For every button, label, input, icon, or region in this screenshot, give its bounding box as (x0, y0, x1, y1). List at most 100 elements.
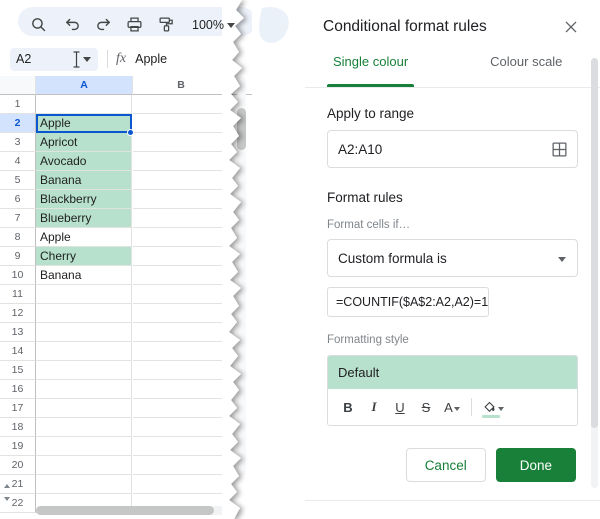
cell-A1[interactable] (36, 95, 132, 114)
cell-B7[interactable] (133, 209, 229, 228)
cell-A17[interactable] (36, 399, 132, 418)
cell-B3[interactable] (133, 133, 229, 152)
cell-B13[interactable] (133, 323, 229, 342)
cell-A19[interactable] (36, 437, 132, 456)
cell-B18[interactable] (133, 418, 229, 437)
cell-B9[interactable] (133, 247, 229, 266)
scrollbar-thumb[interactable] (237, 108, 246, 150)
cell-A16[interactable] (36, 380, 132, 399)
row-header-20[interactable]: 20 (0, 456, 36, 475)
cell-A5[interactable]: Banana (36, 171, 132, 190)
row-header-7[interactable]: 7 (0, 209, 36, 228)
cell-A12[interactable] (36, 304, 132, 323)
cell-A10[interactable]: Banana (36, 266, 132, 285)
cell-B12[interactable] (133, 304, 229, 323)
formula-bar-value[interactable]: Apple (135, 52, 167, 66)
zoom-level-dropdown[interactable]: 100% (186, 13, 237, 37)
selection-anchor-handle[interactable] (127, 129, 134, 136)
paint-format-icon[interactable] (152, 10, 180, 38)
cell-B16[interactable] (133, 380, 229, 399)
cell-A4[interactable]: Avocado (36, 152, 132, 171)
grid-row: 2 Apple (0, 114, 252, 133)
row-header-16[interactable]: 16 (0, 380, 36, 399)
scroll-up-arrow-icon[interactable] (2, 481, 11, 491)
tab-single-colour[interactable]: Single colour (327, 54, 415, 87)
cell-B17[interactable] (133, 399, 229, 418)
cell-A8[interactable]: Apple (36, 228, 132, 247)
cell-B14[interactable] (133, 342, 229, 361)
cell-A21[interactable] (36, 475, 132, 494)
text-colour-glyph: A (444, 399, 453, 415)
column-header-a[interactable]: A (36, 76, 133, 95)
row-header-8[interactable]: 8 (0, 228, 36, 247)
sheet-vertical-scrollbar[interactable] (235, 76, 247, 476)
row-header-3[interactable]: 3 (0, 133, 36, 152)
cell-B19[interactable] (133, 437, 229, 456)
row-header-11[interactable]: 11 (0, 285, 36, 304)
cell-A7[interactable]: Blueberry (36, 209, 132, 228)
close-icon[interactable] (558, 14, 584, 40)
row-header-15[interactable]: 15 (0, 361, 36, 380)
sheet-horizontal-scrollbar[interactable] (36, 506, 236, 516)
cell-B15[interactable] (133, 361, 229, 380)
cell-B20[interactable] (133, 456, 229, 475)
underline-button[interactable]: U (388, 394, 412, 420)
cell-B2[interactable] (133, 114, 229, 133)
bold-glyph: B (343, 399, 353, 415)
tab-colour-scale[interactable]: Colour scale (484, 54, 568, 87)
fill-colour-button[interactable] (479, 394, 507, 420)
text-colour-button[interactable]: A (440, 394, 464, 420)
row-header-18[interactable]: 18 (0, 418, 36, 437)
row-header-4[interactable]: 4 (0, 152, 36, 171)
cell-B10[interactable] (133, 266, 229, 285)
cell-B21[interactable] (133, 475, 229, 494)
cell-A2[interactable]: Apple (36, 114, 132, 133)
cell-A6[interactable]: Blackberry (36, 190, 132, 209)
cell-A3[interactable]: Apricot (36, 133, 132, 152)
cell-B8[interactable] (133, 228, 229, 247)
cell-A14[interactable] (36, 342, 132, 361)
select-all-corner[interactable] (0, 76, 36, 95)
strikethrough-button[interactable]: S (414, 394, 438, 420)
redo-icon[interactable] (89, 10, 117, 38)
apply-to-range-input[interactable]: A2:A10 (327, 130, 578, 168)
style-toolbar: B I U S A (328, 389, 577, 425)
row-header-6[interactable]: 6 (0, 190, 36, 209)
name-box[interactable]: A2 (10, 47, 98, 71)
cell-B1[interactable] (133, 95, 229, 114)
scroll-down-arrow-icon[interactable] (2, 494, 11, 504)
row-header-1[interactable]: 1 (0, 95, 36, 114)
row-header-9[interactable]: 9 (0, 247, 36, 266)
done-button[interactable]: Done (495, 448, 576, 482)
cell-A18[interactable] (36, 418, 132, 437)
bold-button[interactable]: B (336, 394, 360, 420)
cancel-button[interactable]: Cancel (405, 448, 486, 482)
column-header-b[interactable]: B (133, 76, 230, 95)
cell-B4[interactable] (133, 152, 229, 171)
print-icon[interactable] (120, 10, 148, 38)
cell-A20[interactable] (36, 456, 132, 475)
panel-scrollbar-thumb[interactable] (591, 58, 598, 428)
row-header-2[interactable]: 2 (0, 114, 36, 133)
row-header-14[interactable]: 14 (0, 342, 36, 361)
condition-type-dropdown[interactable]: Custom formula is (327, 239, 578, 277)
row-header-19[interactable]: 19 (0, 437, 36, 456)
cell-A15[interactable] (36, 361, 132, 380)
cell-B6[interactable] (133, 190, 229, 209)
row-header-12[interactable]: 12 (0, 304, 36, 323)
search-icon[interactable] (24, 10, 52, 38)
row-header-17[interactable]: 17 (0, 399, 36, 418)
cell-B11[interactable] (133, 285, 229, 304)
row-header-10[interactable]: 10 (0, 266, 36, 285)
row-header-5[interactable]: 5 (0, 171, 36, 190)
cell-B5[interactable] (133, 171, 229, 190)
row-header-13[interactable]: 13 (0, 323, 36, 342)
custom-formula-input[interactable]: =COUNTIF($A$2:A2,A2)=1 (327, 287, 489, 317)
grid-select-icon[interactable] (551, 141, 568, 161)
scrollbar-thumb[interactable] (36, 506, 214, 515)
cell-A9[interactable]: Cherry (36, 247, 132, 266)
italic-button[interactable]: I (362, 394, 386, 420)
undo-icon[interactable] (58, 10, 86, 38)
cell-A11[interactable] (36, 285, 132, 304)
cell-A13[interactable] (36, 323, 132, 342)
